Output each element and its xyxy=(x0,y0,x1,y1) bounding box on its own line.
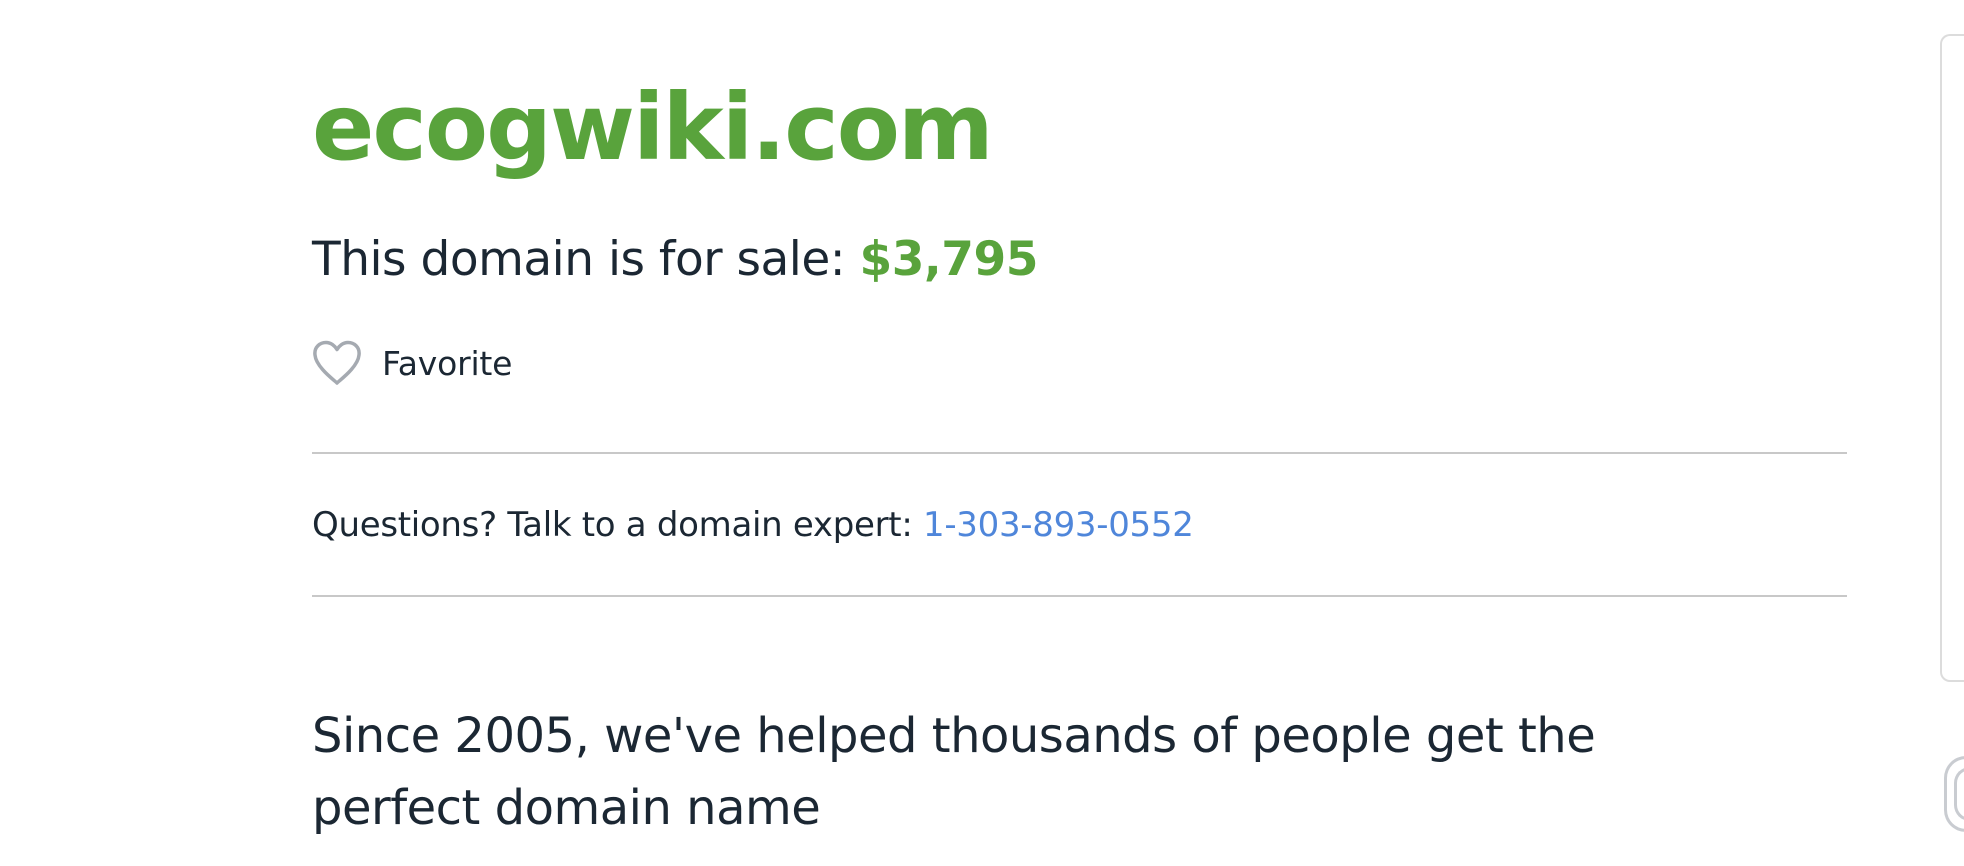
favorite-button[interactable]: Favorite xyxy=(312,338,512,388)
marketing-heading: Since 2005, we've helped thousands of pe… xyxy=(312,708,1596,836)
sale-line: This domain is for sale: $3,795 xyxy=(312,228,1038,292)
divider xyxy=(312,595,1847,597)
side-panel xyxy=(1940,34,1964,682)
sale-price: $3,795 xyxy=(859,232,1039,287)
side-widget-tab[interactable] xyxy=(1944,756,1964,832)
phone-link[interactable]: 1-303-893-0552 xyxy=(923,505,1194,545)
favorite-label[interactable]: Favorite xyxy=(382,344,512,383)
heart-outline-icon[interactable] xyxy=(312,340,362,386)
contact-line: Questions? Talk to a domain expert: 1-30… xyxy=(312,500,1194,550)
sale-label: This domain is for sale: xyxy=(312,232,860,287)
domain-title: ecogwiki.com xyxy=(312,74,994,181)
divider xyxy=(312,452,1847,454)
contact-label: Questions? Talk to a domain expert: xyxy=(312,505,923,545)
page: ecogwiki.com This domain is for sale: $3… xyxy=(0,0,1964,866)
